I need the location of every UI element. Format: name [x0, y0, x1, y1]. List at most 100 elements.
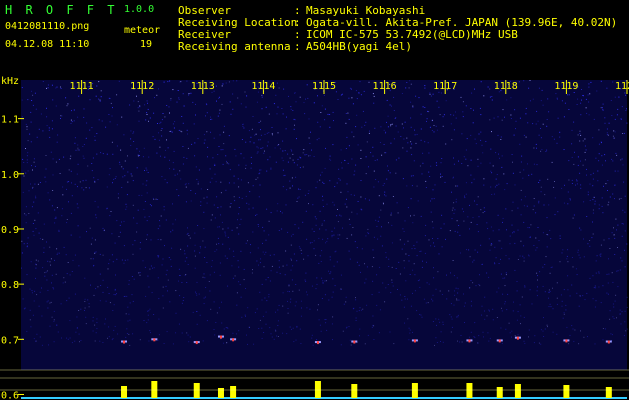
noise-speck — [256, 213, 258, 215]
noise-speck — [200, 247, 201, 249]
noise-speck — [101, 120, 103, 122]
noise-speck — [385, 131, 387, 133]
noise-speck — [546, 217, 548, 219]
noise-speck — [373, 186, 375, 188]
noise-speck — [451, 326, 453, 328]
noise-speck — [110, 211, 112, 212]
noise-speck — [442, 324, 444, 325]
noise-speck — [432, 294, 434, 296]
noise-speck — [32, 94, 34, 96]
noise-speck — [94, 324, 96, 326]
noise-speck — [499, 157, 500, 159]
noise-speck — [581, 89, 582, 90]
noise-speck — [68, 169, 70, 171]
noise-speck — [340, 94, 342, 96]
noise-speck — [504, 116, 505, 118]
noise-speck — [132, 253, 134, 255]
noise-speck — [580, 229, 582, 231]
noise-speck — [417, 280, 419, 282]
noise-speck — [121, 221, 122, 223]
noise-speck — [215, 322, 217, 323]
noise-speck — [573, 214, 575, 216]
noise-speck — [563, 312, 565, 314]
noise-speck — [373, 102, 375, 104]
noise-speck — [577, 164, 579, 166]
noise-speck — [441, 246, 443, 248]
noise-speck — [391, 123, 393, 125]
noise-speck — [92, 316, 94, 318]
noise-speck — [202, 240, 204, 242]
noise-speck — [225, 235, 227, 237]
noise-speck — [523, 205, 525, 207]
noise-speck — [424, 107, 426, 108]
meteor-echo — [498, 339, 501, 343]
noise-speck — [39, 291, 41, 293]
noise-speck — [625, 110, 627, 111]
noise-speck — [490, 226, 492, 228]
noise-speck — [291, 328, 292, 330]
noise-speck — [477, 251, 479, 253]
noise-speck — [387, 165, 388, 167]
noise-speck — [493, 193, 495, 195]
noise-speck — [430, 211, 432, 213]
noise-speck — [50, 301, 52, 303]
noise-speck — [610, 333, 612, 335]
noise-speck — [144, 104, 146, 106]
noise-speck — [528, 329, 530, 331]
noise-speck — [606, 292, 608, 294]
meteor-echo — [516, 336, 519, 340]
noise-speck — [141, 194, 143, 196]
noise-speck — [337, 209, 338, 210]
noise-speck — [126, 328, 128, 330]
noise-speck — [258, 264, 259, 266]
noise-speck — [160, 130, 162, 131]
noise-speck — [169, 301, 171, 303]
noise-speck — [63, 246, 65, 248]
noise-speck — [364, 198, 366, 200]
noise-speck — [322, 206, 324, 207]
noise-speck — [152, 197, 154, 199]
noise-speck — [311, 228, 313, 230]
noise-speck — [196, 311, 198, 312]
noise-speck — [573, 92, 575, 93]
noise-speck — [316, 139, 318, 141]
noise-speck — [162, 113, 164, 114]
noise-speck — [87, 299, 89, 301]
noise-speck — [34, 183, 36, 185]
noise-speck — [66, 222, 68, 224]
noise-speck — [229, 101, 231, 103]
noise-speck — [152, 136, 154, 138]
noise-speck — [89, 227, 91, 229]
noise-speck — [304, 154, 306, 156]
noise-speck — [137, 107, 139, 109]
noise-speck — [245, 242, 247, 244]
noise-speck — [578, 305, 580, 307]
noise-speck — [440, 92, 442, 94]
noise-speck — [626, 328, 628, 330]
noise-speck — [470, 305, 472, 307]
noise-speck — [213, 204, 215, 206]
noise-speck — [616, 154, 618, 156]
noise-speck — [562, 249, 564, 251]
noise-speck — [475, 143, 477, 145]
noise-speck — [290, 106, 292, 108]
noise-speck — [285, 128, 287, 130]
noise-speck — [469, 228, 470, 230]
noise-speck — [47, 84, 49, 86]
noise-speck — [96, 133, 98, 134]
noise-speck — [409, 329, 411, 331]
noise-speck — [414, 134, 416, 136]
noise-speck — [407, 142, 409, 144]
noise-speck — [146, 114, 148, 115]
noise-speck — [139, 105, 141, 107]
noise-speck — [332, 291, 334, 293]
noise-speck — [420, 128, 422, 130]
noise-speck — [58, 229, 60, 231]
noise-speck — [31, 292, 33, 294]
noise-speck — [535, 212, 537, 214]
noise-speck — [56, 248, 58, 250]
noise-speck — [286, 116, 287, 118]
noise-speck — [612, 193, 614, 195]
noise-speck — [109, 98, 111, 99]
noise-speck — [505, 274, 507, 276]
